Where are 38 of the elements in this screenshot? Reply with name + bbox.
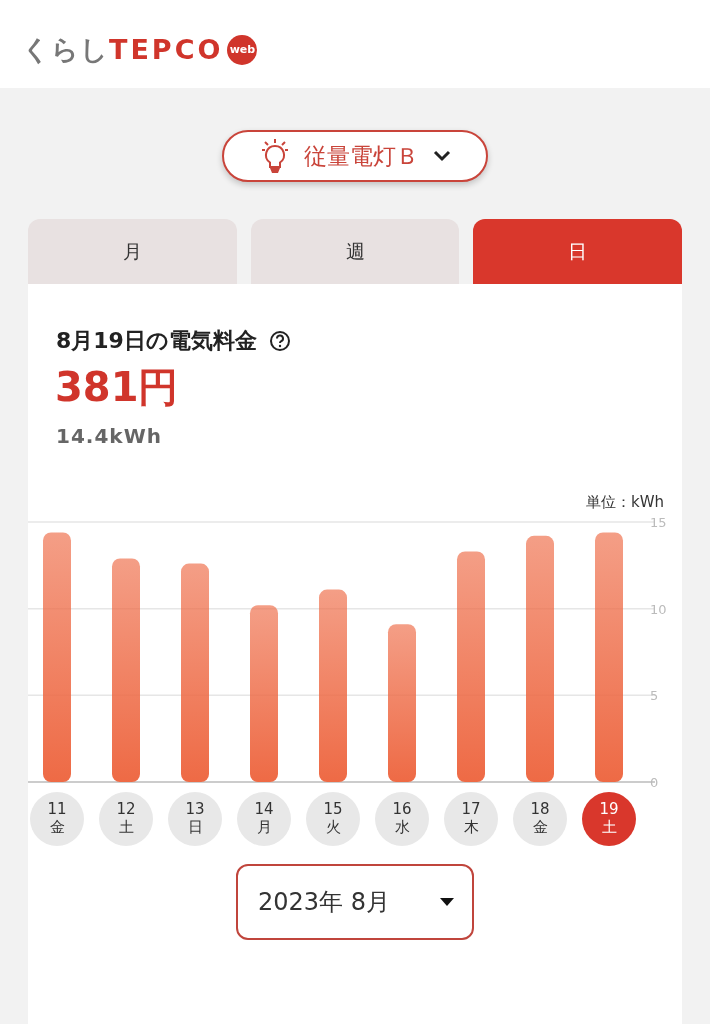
day-button[interactable]: 17 木 (444, 791, 498, 846)
period-tab[interactable]: 日 (473, 219, 682, 284)
day-button[interactable]: 12 土 (99, 791, 153, 846)
plan-selector[interactable]: 従量電灯Ｂ (222, 130, 488, 182)
chevron-down-icon (432, 150, 451, 162)
help-icon[interactable] (268, 329, 291, 352)
usage-bar[interactable] (112, 557, 140, 782)
period-tab[interactable]: 週 (250, 219, 460, 284)
logo-text: TEPCO (109, 34, 224, 65)
summary-title: 8月19日の電気料金 (56, 327, 257, 355)
day-button[interactable]: 16 水 (375, 791, 429, 846)
day-button[interactable]: 19 土 (582, 791, 636, 846)
unit-label: 単位：kWh (585, 493, 664, 511)
axis-tick-label: 15 (650, 517, 667, 530)
day-button[interactable]: 18 金 (513, 791, 567, 846)
logo-kana: くらし (22, 34, 109, 65)
day-button[interactable]: 15 火 (306, 791, 360, 846)
usage-bar[interactable] (457, 550, 485, 782)
dropdown-caret-icon (440, 897, 454, 906)
price-amount: 381円 (55, 363, 180, 411)
usage-bar[interactable] (319, 589, 347, 782)
light-bulb-icon (259, 137, 290, 175)
usage-bar[interactable] (388, 623, 416, 782)
axis-tick-label: 5 (650, 687, 659, 703)
usage-bar[interactable] (595, 531, 623, 782)
day-button[interactable]: 14 月 (237, 791, 291, 846)
day-button[interactable]: 13 日 (168, 791, 222, 846)
period-tab[interactable]: 月 (28, 219, 237, 284)
day-button[interactable]: 11 金 (30, 791, 84, 846)
axis-tick-label: 10 (650, 601, 667, 617)
usage-amount: 14.4kWh (56, 423, 163, 450)
axis-tick-label: 0 (650, 774, 659, 790)
usage-bar[interactable] (43, 531, 71, 782)
month-select[interactable]: 2023年 8月 (236, 863, 474, 940)
usage-bar[interactable] (250, 604, 278, 782)
logo-badge: web (227, 35, 258, 66)
usage-bar[interactable] (526, 535, 554, 782)
usage-bar[interactable] (181, 563, 209, 782)
